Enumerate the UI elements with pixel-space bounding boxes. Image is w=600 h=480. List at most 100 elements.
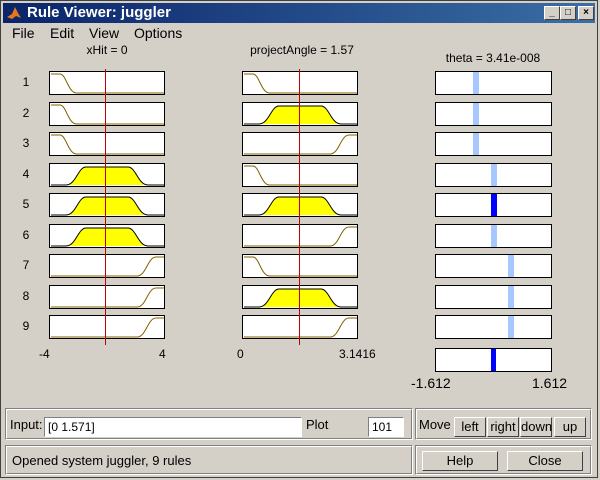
mf-line	[51, 287, 164, 307]
maximize-icon[interactable]: □	[560, 6, 576, 20]
move-left-button[interactable]: left	[454, 417, 486, 437]
mf-line	[51, 134, 164, 155]
output-bar	[508, 285, 514, 308]
mf-plot-xhit[interactable]	[49, 71, 165, 95]
membership-curve	[244, 165, 357, 185]
output-plot-theta[interactable]	[435, 223, 552, 248]
output-bar	[491, 163, 497, 186]
move-label: Move	[419, 417, 451, 432]
membership-curve	[51, 166, 164, 185]
mf-plot-xhit[interactable]	[49, 162, 165, 187]
mf-plot-projectangle[interactable]	[242, 315, 358, 339]
menu-file[interactable]: File	[12, 23, 35, 43]
output-plot-theta[interactable]	[435, 284, 552, 309]
mf-plot-projectangle[interactable]	[242, 101, 358, 126]
membership-curve	[51, 256, 164, 277]
projectangle-value-line[interactable]	[299, 69, 300, 345]
move-right-button[interactable]: right	[487, 417, 519, 437]
mf-plot-xhit[interactable]	[49, 101, 165, 126]
mf-plot-xhit[interactable]	[49, 284, 165, 309]
mf-plot-projectangle[interactable]	[242, 223, 358, 248]
move-down-button[interactable]: down	[520, 417, 552, 437]
mf-plot-xhit[interactable]	[49, 132, 165, 156]
membership-curve	[51, 227, 164, 246]
mf-line	[51, 317, 164, 338]
output-aggregate-plot	[435, 348, 552, 372]
output-plot-theta[interactable]	[435, 162, 552, 187]
plot-label: Plot	[306, 417, 329, 432]
projectangle-title: projectAngle = 1.57	[250, 43, 354, 57]
membership-curve	[244, 226, 357, 246]
mf-fill	[259, 105, 341, 124]
close-button[interactable]: Close	[507, 451, 583, 471]
output-bar	[473, 133, 479, 155]
mf-fill	[66, 227, 148, 246]
rule-number: 6	[22, 227, 30, 242]
xhit-max-label: 4	[159, 347, 166, 361]
membership-curve	[51, 134, 164, 155]
mf-plot-projectangle[interactable]	[242, 71, 358, 95]
aggregate-bar	[491, 349, 496, 371]
input-field[interactable]: [0 1.571]	[44, 417, 302, 437]
move-up-button[interactable]: up	[554, 417, 586, 437]
menu-view[interactable]: View	[89, 23, 119, 43]
rule-number: 7	[22, 258, 30, 272]
close-icon[interactable]: ×	[578, 6, 594, 20]
output-bar	[491, 194, 497, 216]
rule-number: 8	[22, 288, 30, 303]
membership-curve	[51, 73, 164, 94]
xhit-min-label: -4	[39, 347, 50, 361]
membership-curve	[244, 134, 357, 155]
button-panel: Help Close	[415, 445, 592, 475]
help-button[interactable]: Help	[422, 451, 498, 471]
theta-max-label: 1.612	[532, 375, 568, 391]
move-panel: Move left right down up	[415, 408, 592, 440]
mf-line	[244, 134, 357, 155]
output-plot-theta[interactable]	[435, 254, 552, 278]
mf-plot-projectangle[interactable]	[242, 254, 358, 278]
mf-line	[244, 317, 357, 338]
mf-plot-projectangle[interactable]	[242, 132, 358, 156]
mf-plot-xhit[interactable]	[49, 254, 165, 278]
mf-plot-projectangle[interactable]	[242, 193, 358, 217]
title-bar: Rule Viewer: juggler _ □ ×	[3, 3, 595, 23]
mf-plot-projectangle[interactable]	[242, 284, 358, 309]
window-title: Rule Viewer: juggler	[27, 4, 171, 21]
output-plot-theta[interactable]	[435, 315, 552, 339]
mf-line	[244, 256, 357, 277]
output-plot-theta[interactable]	[435, 101, 552, 126]
output-bar	[473, 72, 479, 94]
menu-options[interactable]: Options	[134, 23, 182, 43]
mf-plot-xhit[interactable]	[49, 223, 165, 248]
output-plot-theta[interactable]	[435, 71, 552, 95]
mf-line	[244, 165, 357, 185]
output-plot-theta[interactable]	[435, 132, 552, 156]
rule-number: 1	[22, 75, 30, 89]
output-plot-theta[interactable]	[435, 193, 552, 217]
membership-curve	[244, 256, 357, 277]
plot-points-field[interactable]: 101	[368, 417, 404, 437]
menu-bar: File Edit View Options	[3, 23, 595, 43]
mf-line	[51, 256, 164, 277]
mf-fill	[66, 166, 148, 185]
projectangle-min-label: 0	[237, 347, 244, 361]
rule-viewer-window: Rule Viewer: juggler _ □ × File Edit Vie…	[0, 0, 598, 478]
xhit-value-line[interactable]	[105, 69, 106, 345]
mf-plot-xhit[interactable]	[49, 315, 165, 339]
membership-curve	[51, 196, 164, 216]
membership-curve	[244, 105, 357, 124]
mf-fill	[259, 197, 341, 215]
theta-title: theta = 3.41e-008	[445, 51, 541, 65]
mf-plot-xhit[interactable]	[49, 193, 165, 217]
menu-edit[interactable]: Edit	[50, 23, 74, 43]
mf-plot-projectangle[interactable]	[242, 162, 358, 187]
rule-plot-area[interactable]: xHit = 0 projectAngle = 1.57 theta = 3.4…	[3, 43, 595, 399]
membership-curve	[51, 104, 164, 124]
mf-fill	[66, 197, 148, 215]
output-bar	[508, 255, 514, 277]
status-panel: Opened system juggler, 9 rules	[5, 445, 413, 475]
matlab-logo-icon	[7, 7, 21, 19]
input-panel: Input: [0 1.571] Plot 101	[5, 408, 413, 440]
minimize-icon[interactable]: _	[544, 6, 560, 20]
membership-curve	[244, 73, 357, 94]
